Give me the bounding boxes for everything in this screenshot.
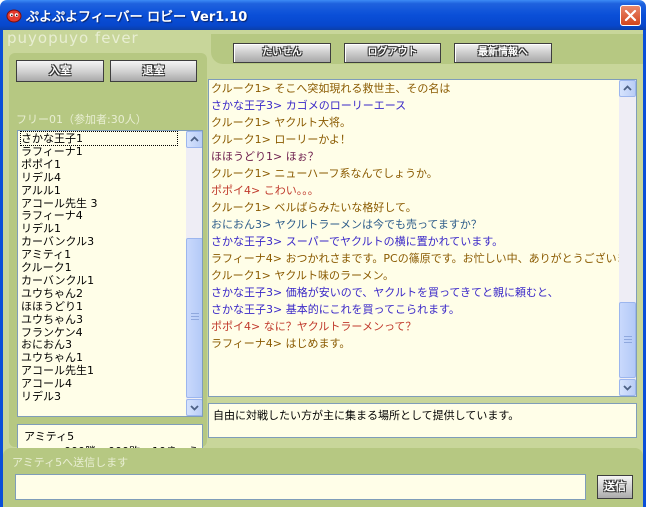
user-list-item[interactable]: さかな王子1 <box>20 131 178 146</box>
user-list-item[interactable]: ラフィーナ4 <box>21 209 83 222</box>
send-button[interactable]: 送信 <box>597 475 633 499</box>
close-button[interactable] <box>620 5 641 26</box>
close-icon <box>624 9 637 22</box>
scroll-thumb[interactable] <box>186 238 202 398</box>
user-list-scrollbar[interactable] <box>186 131 202 416</box>
chat-message: クルーク1> ベルばらみたいな格好して。 <box>211 201 417 214</box>
chat-message: ほほうどり1> ほぉ？ <box>211 150 319 163</box>
scroll-grip <box>191 316 199 317</box>
chat-message: クルーク1> そこへ突如現れる救世主、その名は <box>211 82 451 95</box>
chevron-down-icon <box>190 405 199 411</box>
chat-message: さかな王子3> 価格が安いので、ヤクルトを買ってきてと親に頼むと、 <box>211 286 559 299</box>
user-list-item[interactable]: カーバンクル3 <box>21 235 94 248</box>
chat-message: クルーク1> ヤクルト大将。 <box>211 116 352 129</box>
chat-message: ラフィーナ4> おつかれさまです。PCの篠原です。お忙しい中、ありがとうございま… <box>211 252 637 265</box>
send-bar: アミティ5へ送信します 送信 <box>3 448 643 507</box>
user-list-item[interactable]: アコール先生1 <box>21 364 94 377</box>
scroll-grip <box>624 342 632 343</box>
user-list-item[interactable]: リデル4 <box>21 171 61 184</box>
user-list-item[interactable]: ユウちゃん3 <box>21 313 83 326</box>
chevron-up-icon <box>623 85 632 91</box>
scroll-thumb[interactable] <box>619 302 636 378</box>
user-list-item[interactable]: ラフィーナ1 <box>21 145 83 158</box>
chat-message: クルーク1> ニューハーフ系なんでしょうか。 <box>211 167 438 180</box>
taisen-button[interactable]: たいせん <box>233 43 331 63</box>
latest-news-button[interactable]: 最新情報へ <box>454 43 552 63</box>
user-list-item[interactable]: おにおん3 <box>21 338 72 351</box>
user-list-item[interactable]: カーバンクル1 <box>21 274 94 287</box>
chat-message: さかな王子3> 基本的にこれを買ってこられます。 <box>211 303 460 316</box>
chat-message: ポポイ4> なに？ヤクルトラーメンって？ <box>211 320 417 333</box>
user-list-item[interactable]: クルーク1 <box>21 261 72 274</box>
game-logo: puyopuyo fever <box>7 29 139 47</box>
scroll-down-button[interactable] <box>619 379 636 396</box>
user-list-item[interactable]: リデル3 <box>21 390 61 403</box>
chat-message: ポポイ4> こわい。。。 <box>211 184 319 197</box>
user-list-item[interactable]: アコール先生 3 <box>21 197 98 210</box>
window-title: ぷよぷよフィーバー ロビー Ver1.10 <box>26 10 248 25</box>
user-list-item[interactable]: アミティ1 <box>21 248 71 261</box>
chat-message: さかな王子3> スーパーでヤクルトの横に置かれています。 <box>211 235 504 248</box>
send-target-label: アミティ5へ送信します <box>12 456 129 469</box>
chat-scrollbar[interactable] <box>619 80 636 396</box>
user-list-item[interactable]: ほほうどり1 <box>21 300 83 313</box>
scroll-up-button[interactable] <box>619 80 636 97</box>
scroll-down-button[interactable] <box>186 399 202 416</box>
message-input[interactable] <box>15 474 586 500</box>
left-panel: 入室 退室 フリー01（参加者:30人） さかな王子1 ラフィーナ1 ポポイ1 リデル… <box>9 53 207 464</box>
chat-message: クルーク1> ヤクルト味のラーメン。 <box>211 269 394 282</box>
enter-room-button[interactable]: 入室 <box>16 60 104 82</box>
scroll-grip <box>624 336 632 337</box>
exit-room-button[interactable]: 退室 <box>110 60 197 82</box>
room-description-text: 自由に対戦したい方が主に集まる場所として提供しています。 <box>213 409 520 422</box>
room-description: 自由に対戦したい方が主に集まる場所として提供しています。 <box>208 403 637 438</box>
user-list-item[interactable]: アコール4 <box>21 377 72 390</box>
chat-message: おにおん3> ヤクルトラーメンは今でも売ってますか？ <box>211 218 482 231</box>
user-list-item[interactable]: ユウちゃん2 <box>21 287 83 300</box>
user-list-item[interactable]: フランケン4 <box>21 326 83 339</box>
chevron-down-icon <box>623 385 632 391</box>
scroll-grip <box>191 319 199 320</box>
scroll-grip <box>191 313 199 314</box>
room-label: フリー01（参加者:30人） <box>16 113 147 126</box>
chevron-up-icon <box>190 136 199 142</box>
top-button-bar: たいせん ログアウト 最新情報へ <box>211 34 643 64</box>
user-list-item[interactable]: ポポイ1 <box>21 158 61 171</box>
user-list-item[interactable]: リデル1 <box>21 222 61 235</box>
title-bar[interactable]: ぷよぷよフィーバー ロビー Ver1.10 <box>0 0 646 30</box>
lobby-client-area: puyopuyo fever たいせん ログアウト 最新情報へ 入室 退室 フリ… <box>3 29 643 507</box>
puyo-app-icon <box>6 9 22 23</box>
user-list-item[interactable]: ユウちゃん1 <box>21 351 83 364</box>
chat-log[interactable]: クルーク1> そこへ突如現れる救世主、その名は さかな王子3> カゴメのローリーエ… <box>208 79 637 397</box>
chat-message: さかな王子3> カゴメのローリーエース <box>211 99 407 112</box>
user-list[interactable]: さかな王子1 ラフィーナ1 ポポイ1 リデル4 アルル1 アコール先生 3 ラフィーナ4 リデ… <box>17 130 203 417</box>
chat-message: クルーク1> ローリーかよ！ <box>211 133 351 146</box>
chat-message: ラフィーナ4> はじめます。 <box>211 337 351 350</box>
logout-button[interactable]: ログアウト <box>344 43 441 63</box>
scroll-up-button[interactable] <box>186 131 202 148</box>
user-list-item[interactable]: アルル1 <box>21 184 61 197</box>
scroll-grip <box>624 339 632 340</box>
user-info-name: アミティ5 <box>24 430 75 443</box>
